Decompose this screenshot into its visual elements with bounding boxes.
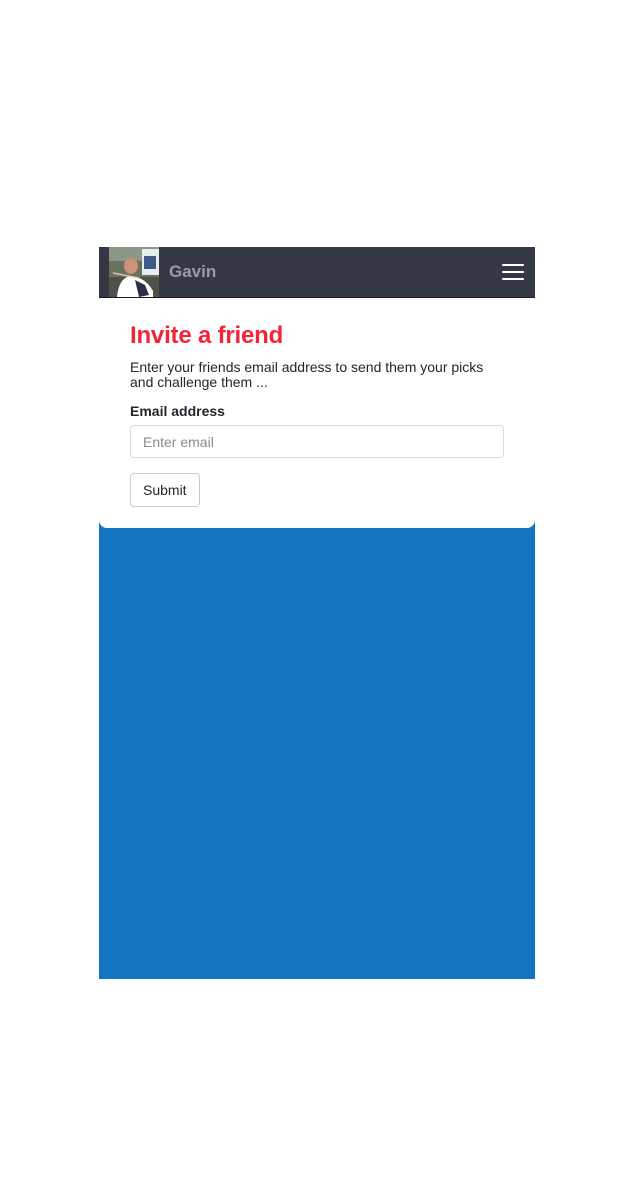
invite-description: Enter your friends email address to send… — [130, 359, 484, 390]
hamburger-menu-icon[interactable] — [502, 264, 524, 280]
user-photo-icon[interactable] — [109, 247, 159, 297]
invite-card: Invite a friend Enter your friends email… — [99, 298, 535, 528]
navbar-brand[interactable]: Gavin — [169, 262, 216, 282]
app-viewport: Gavin Invite a friend Enter your friends… — [99, 247, 535, 979]
email-field[interactable] — [130, 425, 504, 458]
email-label: Email address — [130, 403, 225, 419]
submit-button[interactable]: Submit — [130, 473, 200, 507]
page-title: Invite a friend — [130, 322, 284, 349]
top-navbar: Gavin — [99, 247, 535, 298]
